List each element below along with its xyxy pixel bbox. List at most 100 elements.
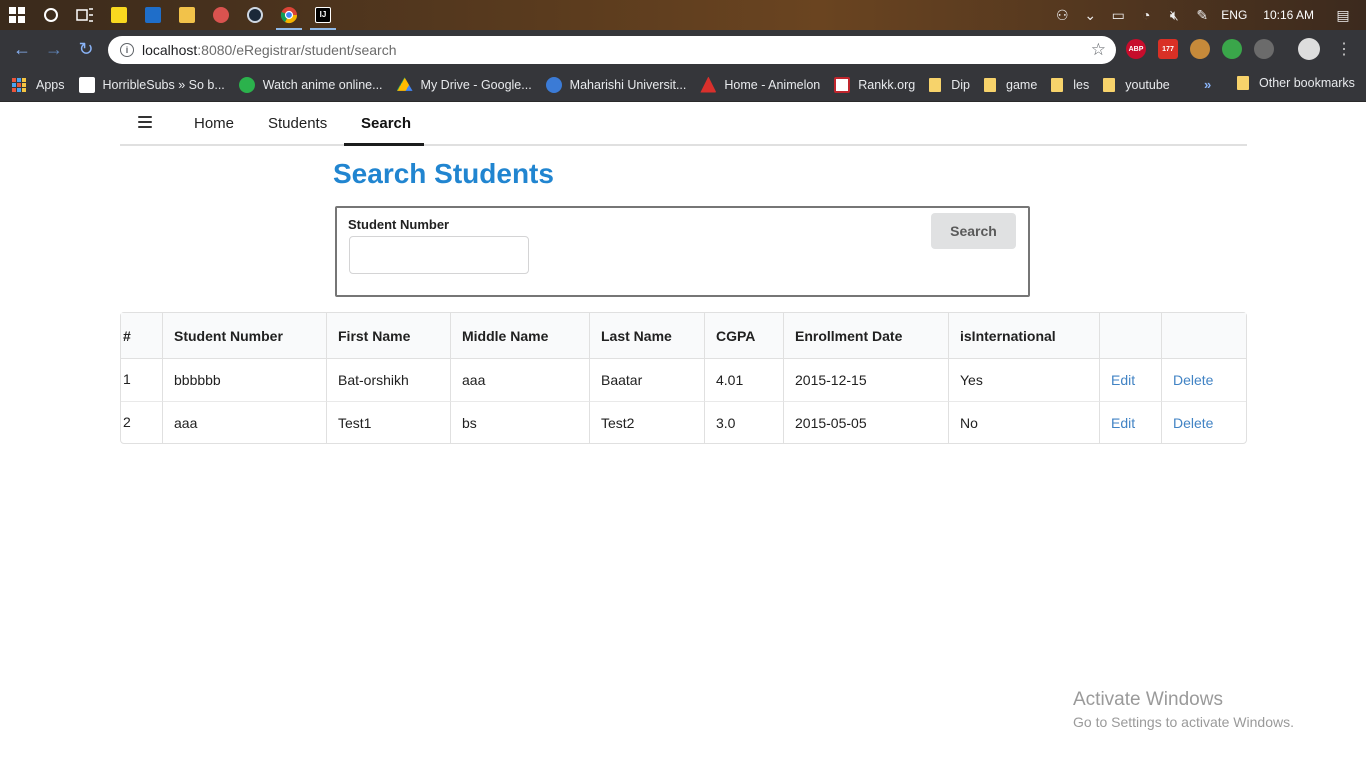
- bookmark-horriblesubs[interactable]: HorribleSubs » So b...: [78, 76, 225, 93]
- forward-icon[interactable]: →: [38, 33, 70, 65]
- bookmark-label: les: [1073, 77, 1090, 92]
- back-icon[interactable]: ←: [6, 33, 38, 65]
- bookmark-apps[interactable]: Apps: [12, 77, 65, 92]
- site-info-icon[interactable]: i: [120, 43, 134, 57]
- header-cell: isInternational: [948, 313, 1099, 359]
- outlook-icon[interactable]: [136, 0, 170, 30]
- is-international-cell: No: [948, 401, 1099, 443]
- earth-extension-icon[interactable]: [1222, 39, 1242, 59]
- bookmark-label: HorribleSubs » So b...: [102, 77, 225, 92]
- bookmarks-bar: Apps HorribleSubs » So b... Watch anime …: [0, 68, 1366, 102]
- enrollment-date-cell: 2015-05-05: [783, 401, 948, 443]
- header-cell: #: [121, 313, 162, 359]
- address-bar[interactable]: i localhost:8080/eRegistrar/student/sear…: [108, 36, 1116, 64]
- nav-search[interactable]: Search: [361, 115, 411, 132]
- battery-icon[interactable]: ▭: [1109, 7, 1127, 24]
- header-cell: CGPA: [704, 313, 783, 359]
- task-view-icon[interactable]: [68, 0, 102, 30]
- sticky-notes-icon[interactable]: [102, 0, 136, 30]
- bookmark-watch-anime[interactable]: Watch anime online...: [238, 76, 383, 93]
- more-bookmarks-icon[interactable]: »: [1204, 77, 1211, 92]
- other-bookmarks-label: Other bookmarks: [1259, 76, 1355, 90]
- active-tab-indicator: [344, 143, 424, 146]
- last-name-cell: Baatar: [589, 359, 704, 401]
- steam-icon[interactable]: [238, 0, 272, 30]
- profile-avatar-icon[interactable]: [1298, 38, 1320, 60]
- bookmark-label: Dip: [951, 77, 970, 92]
- cgpa-cell: 4.01: [704, 359, 783, 401]
- other-bookmarks[interactable]: Other bookmarks: [1237, 76, 1355, 90]
- drive-icon: [396, 77, 413, 91]
- student-number-input[interactable]: [349, 236, 529, 274]
- bookmark-label: youtube: [1125, 77, 1170, 92]
- page-title: Search Students: [333, 158, 554, 189]
- bookmark-maharishi[interactable]: Maharishi Universit...: [545, 76, 687, 93]
- bookmark-folder-dip[interactable]: Dip: [929, 77, 970, 92]
- bookmark-animelon[interactable]: Home - Animelon: [700, 76, 821, 93]
- clock[interactable]: 10:16 AM: [1263, 8, 1314, 22]
- action-center-icon[interactable]: ▤: [1334, 7, 1352, 24]
- edit-link[interactable]: Edit: [1111, 415, 1135, 431]
- header-cell: Student Number: [162, 313, 326, 359]
- chrome-icon[interactable]: [272, 0, 306, 30]
- middle-name-cell: aaa: [450, 359, 589, 401]
- reload-icon[interactable]: ↻: [70, 33, 102, 65]
- intellij-icon[interactable]: IJ: [306, 0, 340, 30]
- pen-icon[interactable]: ✎: [1193, 7, 1211, 24]
- bookmark-folder-les[interactable]: les: [1051, 77, 1090, 92]
- delete-link[interactable]: Delete: [1173, 415, 1213, 431]
- header-cell: Enrollment Date: [783, 313, 948, 359]
- search-button[interactable]: Search: [931, 213, 1016, 249]
- watermark-subtitle: Go to Settings to activate Windows.: [1073, 714, 1294, 730]
- bookmark-folder-game[interactable]: game: [984, 77, 1037, 92]
- bookmark-my-drive[interactable]: My Drive - Google...: [396, 77, 532, 93]
- tv-icon: [238, 76, 255, 93]
- delete-link[interactable]: Delete: [1173, 372, 1213, 388]
- nav-students[interactable]: Students: [268, 115, 327, 132]
- edit-link[interactable]: Edit: [1111, 372, 1135, 388]
- edit-cell: Edit: [1099, 401, 1161, 443]
- cortana-icon[interactable]: [34, 0, 68, 30]
- folder-icon: [984, 77, 996, 92]
- bookmark-label: Apps: [36, 77, 65, 92]
- incognito-extension-icon[interactable]: [1254, 39, 1274, 59]
- adblock-plus-icon[interactable]: ABP: [1126, 39, 1146, 59]
- calendar-extension-icon[interactable]: 177: [1158, 39, 1178, 59]
- students-table: # Student Number First Name Middle Name …: [120, 312, 1247, 444]
- volume-muted-icon[interactable]: 🔇︎: [1165, 7, 1183, 24]
- paint-icon[interactable]: [204, 0, 238, 30]
- first-name-cell: Test1: [326, 401, 450, 443]
- bookmark-label: Home - Animelon: [724, 77, 821, 92]
- bookmark-rankk[interactable]: Rankk.org: [834, 76, 915, 93]
- header-cell: Last Name: [589, 313, 704, 359]
- apps-grid-icon: [12, 77, 26, 92]
- windows-taskbar: IJ ⚇ ⌄ ▭ ◔ 🔇︎ ✎ ENG 10:16 AM ▤: [0, 0, 1366, 30]
- cgpa-cell: 3.0: [704, 401, 783, 443]
- table-header-row: # Student Number First Name Middle Name …: [121, 313, 1246, 359]
- last-name-cell: Test2: [589, 401, 704, 443]
- system-tray: ⚇ ⌄ ▭ ◔ 🔇︎ ✎ ENG 10:16 AM ▤: [1053, 0, 1366, 30]
- student-number-cell: aaa: [162, 401, 326, 443]
- bookmark-folder-youtube[interactable]: youtube: [1103, 77, 1170, 92]
- hamburger-menu-icon[interactable]: [138, 116, 152, 128]
- windows-start-icon[interactable]: [0, 0, 34, 30]
- globe-icon: [545, 76, 562, 93]
- chevron-up-icon[interactable]: ⌄: [1081, 7, 1099, 24]
- cookie-icon[interactable]: [1190, 39, 1210, 59]
- page-content: Home Students Search Search Students Stu…: [0, 103, 1366, 768]
- row-number: 1: [123, 371, 131, 387]
- bookmark-label: Maharishi Universit...: [569, 77, 687, 92]
- folder-icon: [1103, 77, 1116, 92]
- nav-home[interactable]: Home: [194, 115, 234, 132]
- file-explorer-icon[interactable]: [170, 0, 204, 30]
- chrome-menu-icon[interactable]: ⋮: [1336, 39, 1352, 59]
- wifi-icon[interactable]: ◔: [1137, 7, 1155, 23]
- delete-cell: Delete: [1161, 359, 1246, 401]
- people-icon[interactable]: ⚇: [1053, 7, 1071, 24]
- url-host: localhost: [142, 42, 198, 58]
- browser-toolbar: ← → ↻ i localhost:8080/eRegistrar/studen…: [0, 30, 1366, 68]
- bookmark-star-icon[interactable]: ☆: [1091, 40, 1106, 60]
- first-name-cell: Bat-orshikh: [326, 359, 450, 401]
- language-indicator[interactable]: ENG: [1221, 8, 1247, 22]
- horriblesubs-icon: [78, 76, 95, 93]
